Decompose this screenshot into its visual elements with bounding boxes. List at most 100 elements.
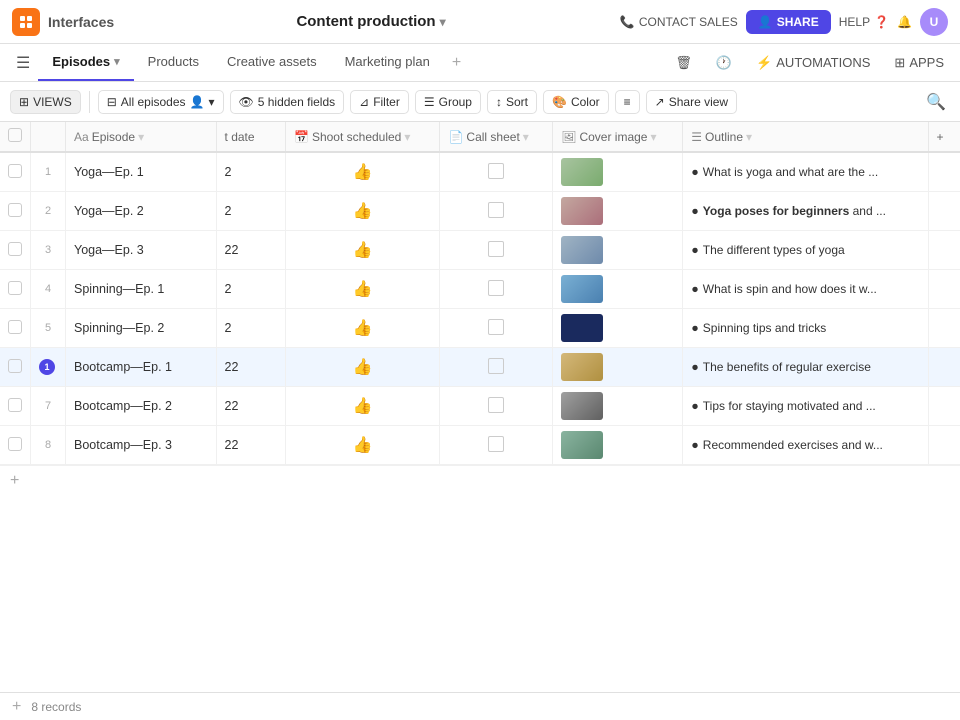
outline-col-header[interactable]: ☰ Outline ▾ — [683, 122, 928, 152]
episode-name[interactable]: Spinning—Ep. 2 — [66, 309, 217, 348]
search-button[interactable]: 🔍 — [922, 88, 950, 116]
call-sheet-checkbox[interactable] — [488, 436, 504, 452]
add-row-button[interactable]: + — [0, 465, 960, 496]
thumbs-up-icon: 👍 — [353, 203, 373, 220]
episode-name[interactable]: Bootcamp—Ep. 1 — [66, 348, 217, 387]
cover-image-cell[interactable] — [553, 152, 683, 192]
shoot-scheduled-cell: 👍 — [286, 270, 440, 309]
row-checkbox[interactable] — [8, 359, 22, 373]
thumbs-up-icon: 👍 — [353, 359, 373, 376]
cover-image-cell[interactable] — [553, 387, 683, 426]
row-checkbox[interactable] — [8, 203, 22, 217]
episode-name[interactable]: Yoga—Ep. 3 — [66, 231, 217, 270]
date-cell: 2 — [216, 270, 285, 309]
trash-button[interactable]: 🗑 — [667, 51, 700, 75]
call-sheet-checkbox[interactable] — [488, 241, 504, 257]
cover-col-header[interactable]: 🖼 Cover image ▾ — [553, 122, 683, 152]
all-episodes-button[interactable]: ⊟ All episodes 👤 ▾ — [98, 90, 224, 114]
call-sheet-checkbox[interactable] — [488, 163, 504, 179]
episode-name[interactable]: Bootcamp—Ep. 2 — [66, 387, 217, 426]
call-sheet-checkbox[interactable] — [488, 397, 504, 413]
outline-cell[interactable]: ●The different types of yoga — [683, 231, 928, 270]
views-button[interactable]: ⊞ VIEWS — [10, 90, 81, 114]
hamburger-icon[interactable]: ☰ — [8, 47, 38, 79]
sort-button[interactable]: ↕ Sort — [487, 90, 537, 114]
select-all-checkbox[interactable] — [8, 128, 22, 142]
shoot-scheduled-cell: 👍 — [286, 192, 440, 231]
apps-button[interactable]: ⊞ APPS — [886, 51, 952, 75]
outline-cell[interactable]: ●What is spin and how does it w... — [683, 270, 928, 309]
share-button[interactable]: 👤 SHARE — [746, 10, 831, 34]
outline-cell[interactable]: ●Yoga poses for beginners and ... — [683, 192, 928, 231]
share-user-icon: 👤 — [758, 15, 773, 29]
row-checkbox[interactable] — [8, 437, 22, 451]
cover-thumbnail — [561, 197, 603, 225]
avatar[interactable]: U — [920, 8, 948, 36]
call-sheet-checkbox[interactable] — [488, 358, 504, 374]
call-sheet-cell — [440, 270, 553, 309]
tab-products[interactable]: Products — [134, 44, 213, 81]
call-sheet-checkbox[interactable] — [488, 280, 504, 296]
row-checkbox[interactable] — [8, 164, 22, 178]
footer-add-button[interactable]: + — [12, 698, 21, 716]
hidden-fields-button[interactable]: 👁 5 hidden fields — [230, 90, 345, 114]
episode-col-header[interactable]: Aa Episode ▾ — [66, 122, 217, 152]
automations-button[interactable]: ⚡ AUTOMATIONS — [748, 51, 878, 75]
add-tab-button[interactable]: + — [444, 48, 469, 78]
title-dropdown-icon[interactable]: ▾ — [440, 15, 446, 29]
cover-image-cell[interactable] — [553, 192, 683, 231]
color-icon: 🎨 — [552, 95, 567, 109]
tab-marketing-plan[interactable]: Marketing plan — [331, 44, 444, 81]
row-add-cell — [928, 309, 960, 348]
select-all-header[interactable] — [0, 122, 31, 152]
cover-image-cell[interactable] — [553, 231, 683, 270]
outline-bullet: ● — [691, 321, 699, 335]
history-button[interactable]: 🕐 — [708, 51, 740, 75]
cover-image-cell[interactable] — [553, 348, 683, 387]
table-body: 1Yoga—Ep. 12👍●What is yoga and what are … — [0, 152, 960, 465]
color-button[interactable]: 🎨 Color — [543, 90, 609, 114]
notifications-button[interactable]: 🔔 — [897, 15, 912, 29]
outline-text: What is spin and how does it w... — [703, 282, 877, 296]
filter-button[interactable]: ⊿ Filter — [350, 90, 409, 114]
call-sheet-checkbox[interactable] — [488, 319, 504, 335]
outline-cell[interactable]: ●Recommended exercises and w... — [683, 426, 928, 465]
episode-name[interactable]: Spinning—Ep. 1 — [66, 270, 217, 309]
callsheet-col-header[interactable]: 📄 Call sheet ▾ — [440, 122, 553, 152]
outline-cell[interactable]: ●What is yoga and what are the ... — [683, 152, 928, 192]
episode-name[interactable]: Yoga—Ep. 2 — [66, 192, 217, 231]
episode-col-sort: ▾ — [138, 130, 144, 144]
cover-image-cell[interactable] — [553, 270, 683, 309]
row-height-button[interactable]: ≡ — [615, 90, 640, 114]
row-checkbox[interactable] — [8, 242, 22, 256]
row-checkbox[interactable] — [8, 281, 22, 295]
outline-cell[interactable]: ●Tips for staying motivated and ... — [683, 387, 928, 426]
tab-creative-assets[interactable]: Creative assets — [213, 44, 331, 81]
outline-cell[interactable]: ●Spinning tips and tricks — [683, 309, 928, 348]
cover-image-cell[interactable] — [553, 309, 683, 348]
row-checkbox[interactable] — [8, 320, 22, 334]
add-col-header[interactable]: + — [928, 122, 960, 152]
outline-text: Recommended exercises and w... — [703, 438, 883, 452]
shoot-col-icon: 📅 — [294, 130, 309, 144]
help-button[interactable]: HELP ❓ — [839, 15, 889, 29]
row-checkbox[interactable] — [8, 398, 22, 412]
group-button[interactable]: ☰ Group — [415, 90, 481, 114]
table-container: Aa Episode ▾ t date 📅 Shoot scheduled ▾ — [0, 122, 960, 692]
contact-sales-button[interactable]: 📞 CONTACT SALES — [620, 15, 738, 29]
cover-image-cell[interactable] — [553, 426, 683, 465]
share-view-button[interactable]: ↗ Share view — [646, 90, 737, 114]
outline-cell[interactable]: ●The benefits of regular exercise — [683, 348, 928, 387]
shoot-col-header[interactable]: 📅 Shoot scheduled ▾ — [286, 122, 440, 152]
episode-name[interactable]: Yoga—Ep. 1 — [66, 152, 217, 192]
callsheet-col-icon: 📄 — [448, 130, 463, 144]
tab-episodes[interactable]: Episodes ▾ — [38, 44, 133, 81]
row-add-cell — [928, 348, 960, 387]
call-sheet-checkbox[interactable] — [488, 202, 504, 218]
episode-name[interactable]: Bootcamp—Ep. 3 — [66, 426, 217, 465]
date-col-header[interactable]: t date — [216, 122, 285, 152]
top-actions: 📞 CONTACT SALES 👤 SHARE HELP ❓ 🔔 U — [620, 8, 948, 36]
help-icon: ❓ — [874, 15, 889, 29]
call-sheet-cell — [440, 348, 553, 387]
share-view-icon: ↗ — [655, 95, 665, 109]
